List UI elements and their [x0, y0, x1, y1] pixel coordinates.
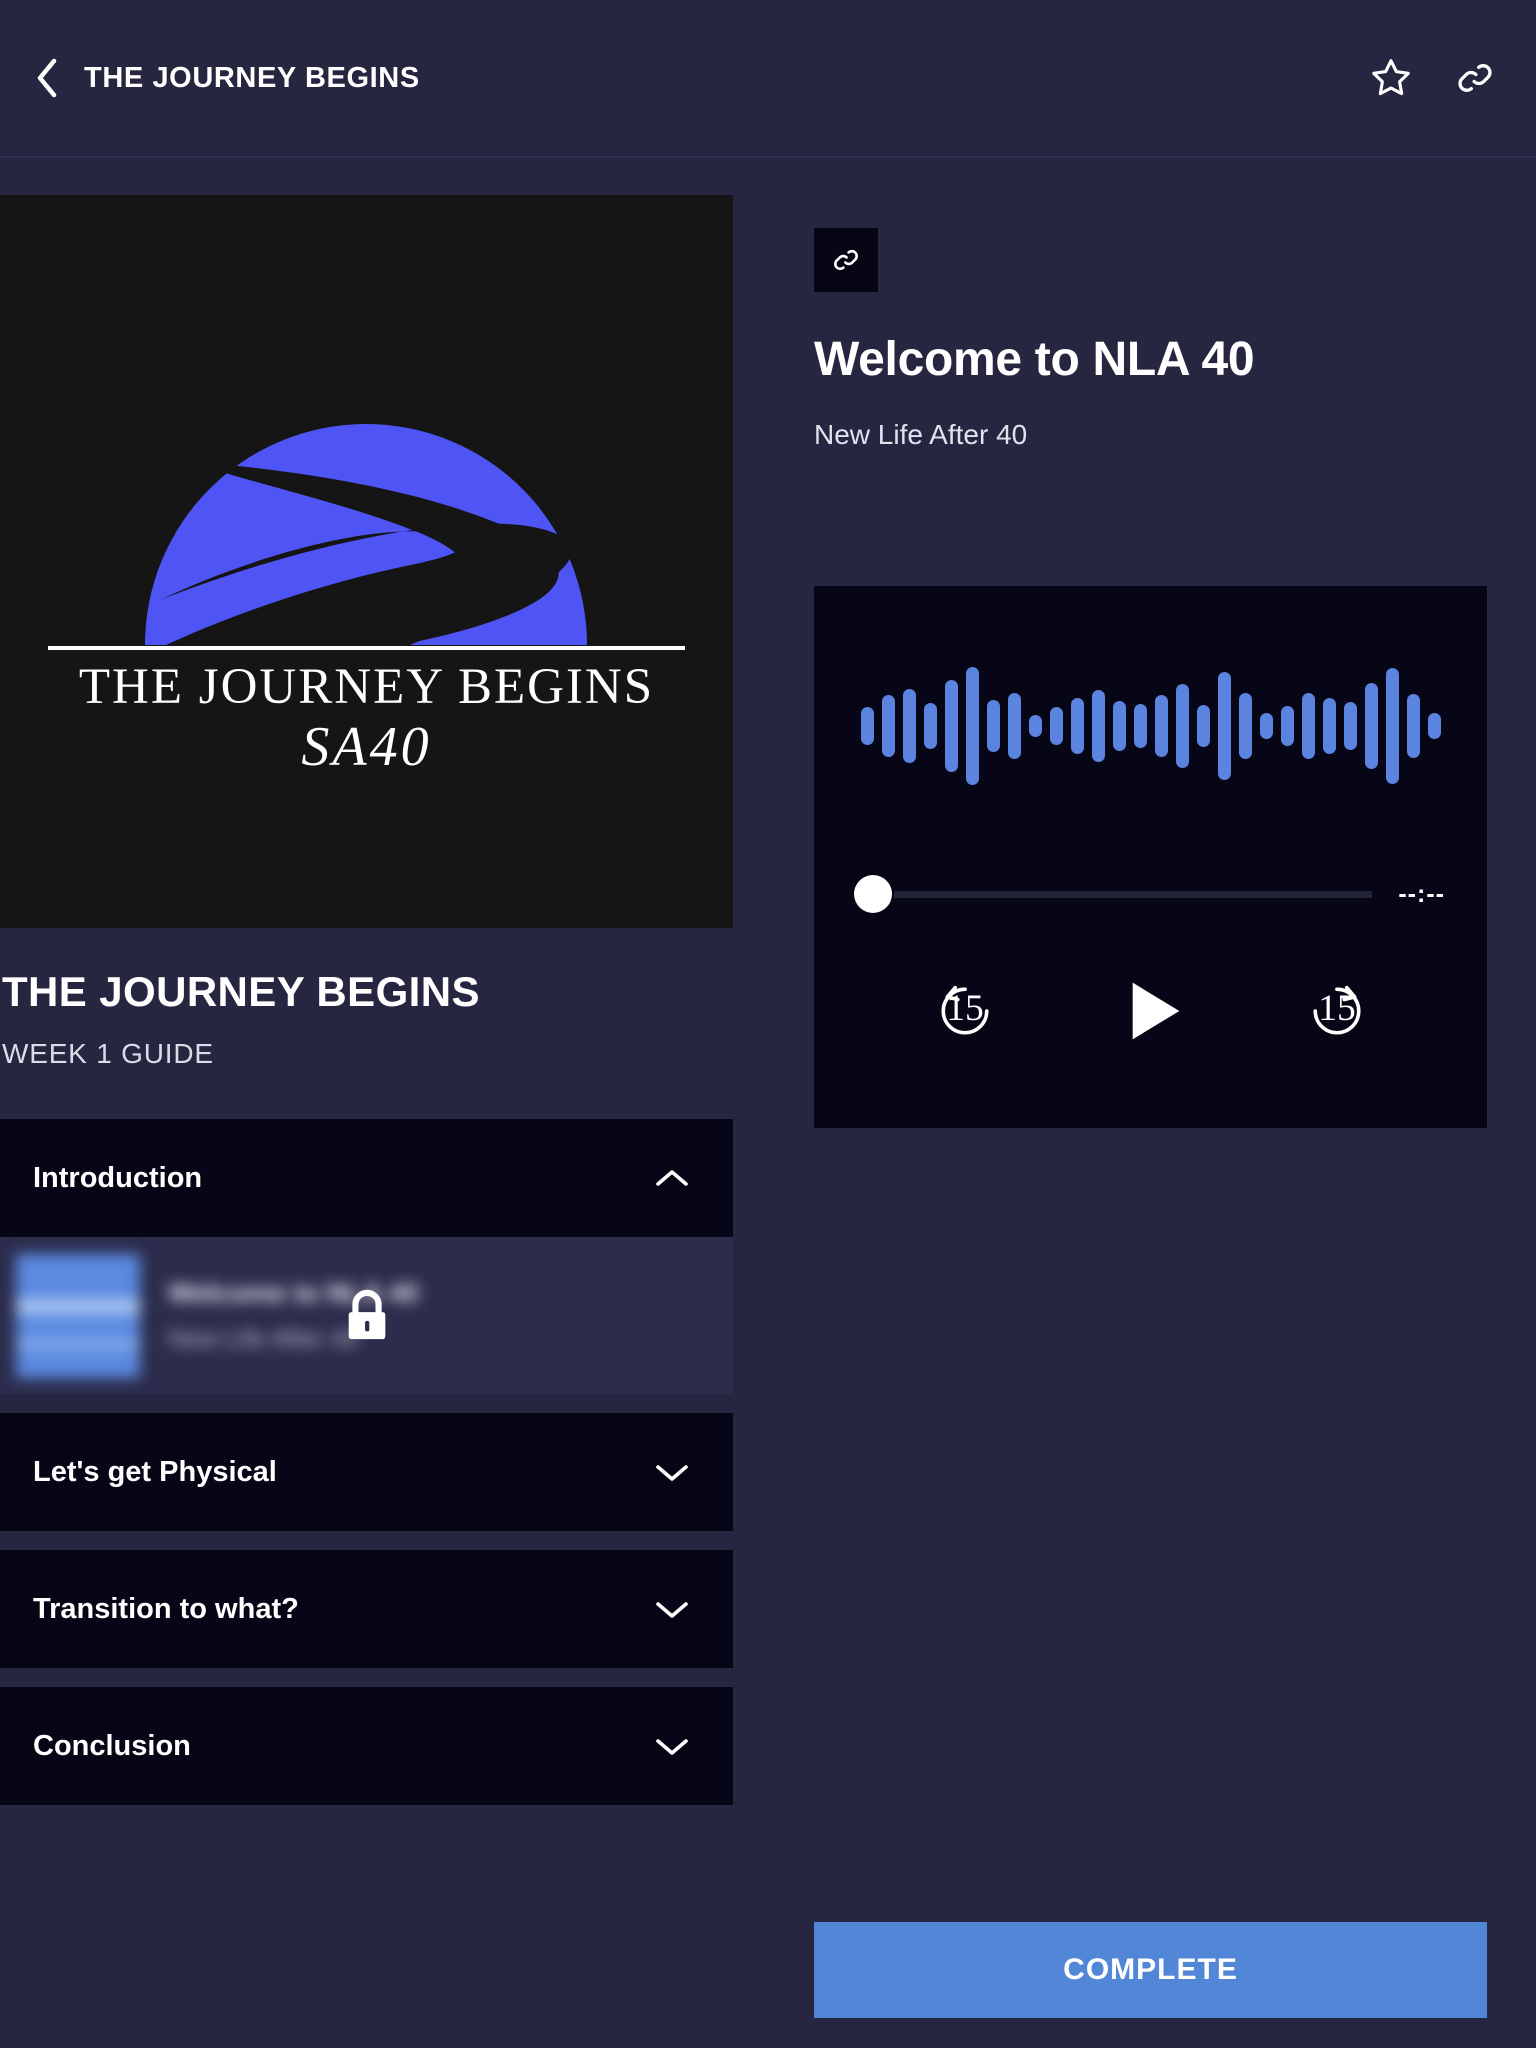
lesson-sidebar: THE JOURNEY BEGINS SA40 THE JOURNEY BEGI…: [0, 158, 733, 2048]
waveform-bar: [1028, 715, 1042, 737]
waveform-bar: [965, 667, 979, 785]
episode-subtitle: New Life After 40: [814, 419, 1028, 450]
waveform-bar: [1427, 713, 1441, 739]
audio-waveform: [814, 626, 1487, 826]
waveform-bar: [1175, 684, 1189, 768]
complete-button[interactable]: COMPLETE: [814, 1922, 1487, 2018]
waveform-bar: [1196, 705, 1210, 747]
play-button[interactable]: [1111, 971, 1191, 1051]
artwork-subtitle: SA40: [301, 716, 432, 778]
waveform-bar: [1385, 668, 1399, 784]
rewind-15-button[interactable]: 15: [929, 975, 1001, 1047]
waveform-bar: [902, 689, 916, 763]
lesson-accordion: Introduction Welcome to NLA 40 New Life …: [0, 1119, 733, 1805]
progress-track[interactable]: [894, 890, 1373, 898]
waveform-bar: [1343, 702, 1357, 750]
waveform-bar: [1133, 704, 1147, 748]
waveform-bar: [1217, 672, 1231, 780]
waveform-bar: [1070, 698, 1084, 754]
back-button[interactable]: [30, 53, 64, 103]
audio-progress-bar[interactable]: --:--: [854, 872, 1445, 916]
accordion-header-introduction[interactable]: Introduction: [0, 1119, 733, 1237]
course-title: THE JOURNEY BEGINS: [2, 968, 480, 1015]
accordion-label: Introduction: [33, 1161, 203, 1194]
waveform-bar: [1406, 694, 1420, 758]
app-bar: THE JOURNEY BEGINS: [0, 0, 1536, 158]
waveform-bar: [1154, 695, 1168, 757]
waveform-bar: [1091, 690, 1105, 762]
artwork-title: THE JOURNEY BEGINS: [78, 659, 655, 715]
accordion-header-conclusion[interactable]: Conclusion: [0, 1687, 733, 1805]
waveform-bar: [1049, 707, 1063, 745]
waveform-bar: [1112, 701, 1126, 751]
waveform-bar: [923, 703, 937, 749]
forward-15-icon: 15: [1312, 985, 1361, 1035]
waveform-bar: [1007, 693, 1021, 759]
chevron-up-icon: [656, 1170, 688, 1186]
favorite-button[interactable]: [1368, 55, 1414, 101]
share-link-button[interactable]: [1452, 55, 1498, 101]
lock-icon: [348, 1289, 385, 1339]
rewind-15-icon: 15: [940, 985, 989, 1035]
forward-15-button[interactable]: 15: [1301, 975, 1373, 1047]
waveform-bar: [1280, 706, 1294, 746]
rewind-seconds-label: 15: [946, 988, 984, 1029]
waveform-bar: [1238, 693, 1252, 759]
waveform-bar: [860, 707, 874, 745]
chevron-down-icon: [656, 1465, 688, 1481]
lesson-item-thumbnail: [16, 1253, 140, 1378]
play-icon: [1132, 982, 1179, 1040]
link-icon: [834, 249, 858, 271]
accordion-header-lets-get-physical[interactable]: Let's get Physical: [0, 1413, 733, 1531]
app-bar-left-group: THE JOURNEY BEGINS: [30, 53, 420, 103]
waveform-bar: [1259, 713, 1273, 739]
episode-link-button[interactable]: [814, 228, 878, 292]
waveform-bar: [1364, 683, 1378, 769]
waveform-bar: [1301, 693, 1315, 759]
time-display: --:--: [1398, 879, 1445, 908]
chevron-down-icon: [656, 1739, 688, 1755]
waveform-bar: [881, 695, 895, 757]
artwork-divider: [48, 646, 685, 650]
accordion-label: Conclusion: [33, 1729, 191, 1762]
accordion-label: Transition to what?: [33, 1592, 299, 1625]
audio-player: --:-- 15 15: [814, 586, 1487, 1128]
progress-knob[interactable]: [854, 875, 892, 913]
accordion-label: Let's get Physical: [33, 1455, 277, 1488]
app-bar-actions: [1368, 55, 1498, 101]
course-subtitle: WEEK 1 GUIDE: [2, 1038, 214, 1069]
waveform-bar: [944, 680, 958, 772]
episode-title: Welcome to NLA 40: [814, 333, 1255, 386]
waveform-bar: [1322, 698, 1336, 754]
star-outline-icon: [1372, 59, 1410, 96]
accordion-header-transition-to-what[interactable]: Transition to what?: [0, 1550, 733, 1668]
playback-controls: 15 15: [814, 956, 1487, 1066]
page-title: THE JOURNEY BEGINS: [84, 61, 420, 94]
episode-detail: Welcome to NLA 40 New Life After 40: [814, 158, 1487, 451]
chevron-down-icon: [656, 1602, 688, 1618]
lesson-item-locked[interactable]: Welcome to NLA 40 New Life After 40: [0, 1237, 733, 1394]
course-artwork: THE JOURNEY BEGINS SA40: [0, 195, 733, 928]
journey-road-illustration: [0, 195, 733, 928]
link-icon: [1458, 64, 1492, 92]
waveform-bar: [986, 700, 1000, 752]
lesson-player-page: THE JOURNEY BEGINS THE JOURNEY BEGINS SA…: [0, 0, 1536, 2048]
forward-seconds-label: 15: [1318, 988, 1356, 1029]
